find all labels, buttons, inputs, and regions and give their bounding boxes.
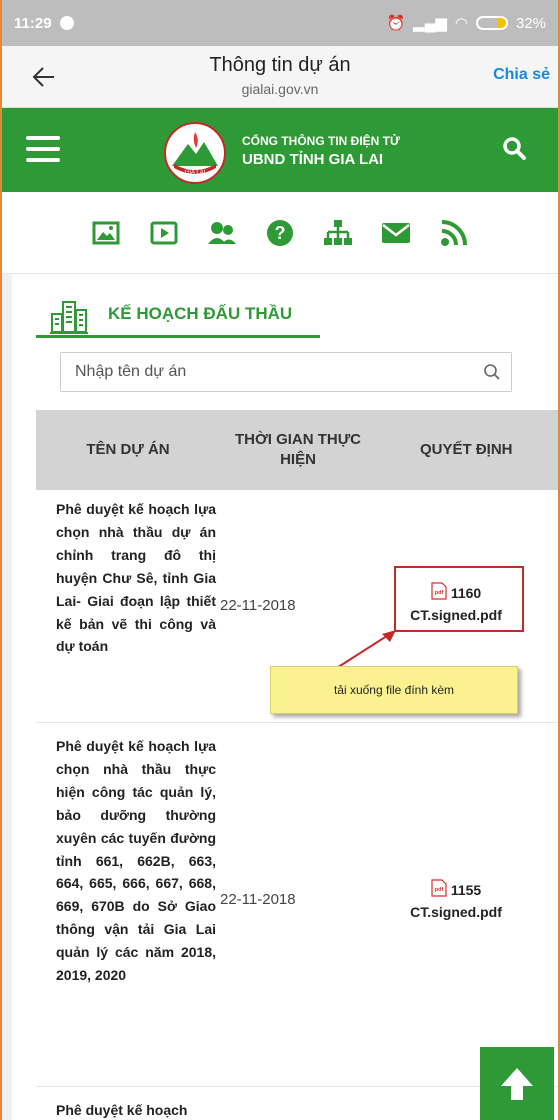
mail-icon[interactable] [381, 218, 411, 248]
site-name: CỔNG THÔNG TIN ĐIỆN TỬ UBND TỈNH GIA LAI [242, 134, 400, 168]
pdf-icon: pdf [431, 879, 451, 898]
search-icon[interactable] [502, 136, 526, 165]
menu-icon[interactable] [26, 136, 60, 162]
search-submit-icon[interactable] [483, 363, 501, 386]
quick-links-bar: ? [2, 192, 558, 274]
arrow-up-icon [501, 1067, 533, 1100]
column-header-decision: QUYẾT ĐỊNH [420, 441, 513, 458]
project-name: Phê duyệt kế hoạch lựa chọn nhà thầu dự … [56, 501, 216, 655]
status-time: 11:29 [14, 14, 52, 32]
notification-icon [59, 16, 74, 30]
section-title: KẾ HOẠCH ĐẤU THẦU [108, 304, 293, 323]
site-name-line2: UBND TỈNH GIA LAI [242, 151, 384, 168]
signal-icon: ▂▄▆ [413, 15, 447, 32]
share-button[interactable]: Chia sẻ [493, 66, 550, 84]
tooltip: tải xuống file đính kèm [270, 666, 518, 714]
project-name: Phê duyệt kế hoạch lựa chọn nhà thầu thự… [56, 738, 216, 984]
app-frame: 11:29 ⏰ ▂▄▆ ◠ 32% Thông tin dự án gialai… [2, 0, 558, 1120]
attachment-filename: CT.signed.pdf [410, 904, 502, 920]
attachment-number: 1155 [450, 882, 482, 898]
column-header-name: TÊN DỰ ÁN [86, 441, 170, 458]
app-header: Thông tin dự án gialai.gov.vn Chia sẻ [2, 46, 558, 108]
attachment-highlight [394, 566, 524, 632]
image-icon[interactable] [91, 218, 121, 248]
site-logo[interactable]: GIA LAI [164, 122, 226, 184]
table-header: TÊN DỰ ÁN THỜI GIAN THỰC HIỆN QUYẾT ĐỊNH [36, 410, 558, 490]
building-icon [50, 300, 88, 339]
page-domain: gialai.gov.vn [241, 81, 319, 97]
rss-icon[interactable] [439, 218, 469, 248]
scroll-to-top-button[interactable] [480, 1047, 554, 1120]
status-icons: ⏰ ▂▄▆ ◠ 32% [386, 14, 546, 33]
content-card: KẾ HOẠCH ĐẤU THẦU TÊN DỰ ÁN THỜI GIAN TH… [12, 274, 558, 1120]
users-icon[interactable] [207, 218, 237, 248]
wifi-icon: ◠ [454, 15, 468, 32]
video-icon[interactable] [149, 218, 179, 248]
svg-text:pdf: pdf [435, 887, 444, 893]
sitemap-icon[interactable] [323, 218, 353, 248]
project-date: 22-11-2018 [220, 597, 296, 614]
table-row: Phê duyệt kế hoạch lựa chọn nhà thầu thự… [36, 723, 558, 1087]
help-icon[interactable]: ? [265, 218, 295, 248]
attachment-link[interactable]: pdf 1155 CT.signed.pdf [396, 879, 516, 923]
project-name: Phê duyệt kế hoạch [56, 1102, 188, 1118]
project-date: 22-11-2018 [220, 891, 296, 908]
site-name-line1: CỔNG THÔNG TIN ĐIỆN TỬ [242, 134, 400, 148]
svg-text:?: ? [275, 223, 286, 243]
site-header: GIA LAI CỔNG THÔNG TIN ĐIỆN TỬ UBND TỈNH… [2, 108, 558, 192]
project-search-box [60, 352, 512, 392]
status-bar: 11:29 ⏰ ▂▄▆ ◠ 32% [2, 0, 558, 46]
battery-percent: 32% [515, 14, 546, 32]
column-header-date: THỜI GIAN THỰC HIỆN [234, 431, 362, 468]
page-title: Thông tin dự án [209, 54, 351, 76]
logo-text: GIA LAI [185, 170, 206, 176]
alarm-icon: ⏰ [386, 15, 406, 32]
project-search-input[interactable] [61, 353, 461, 391]
section-header: KẾ HOẠCH ĐẤU THẦU [36, 286, 320, 338]
battery-icon [475, 16, 508, 30]
